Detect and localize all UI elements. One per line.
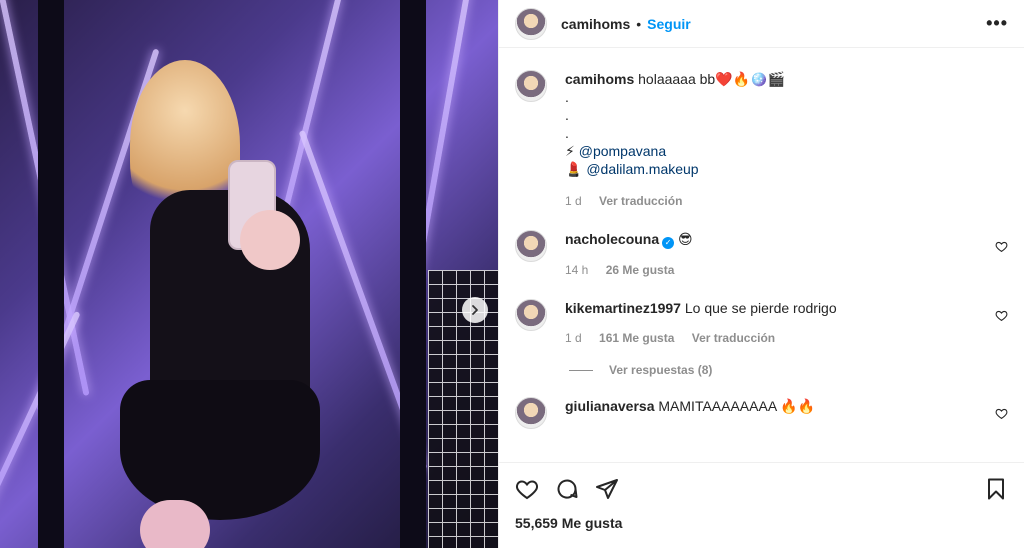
replies-divider xyxy=(569,369,593,371)
heart-icon[interactable] xyxy=(995,309,1008,322)
heart-icon[interactable] xyxy=(515,477,539,501)
follow-button[interactable]: Seguir xyxy=(647,16,691,32)
chevron-right-icon xyxy=(472,305,478,315)
caption-meta: 1 d Ver traducción xyxy=(565,192,785,210)
mirror-pillar xyxy=(38,0,64,548)
translate-link[interactable]: Ver traducción xyxy=(692,331,775,345)
likes-total[interactable]: 55,659 Me gusta xyxy=(515,515,1008,531)
caption-text: camihoms holaaaaa bb❤️🔥🪩🎬 . . . ⚡ @pompa… xyxy=(565,70,785,210)
avatar[interactable] xyxy=(515,7,547,40)
avatar[interactable] xyxy=(515,230,547,262)
verified-badge-icon: ✓ xyxy=(662,237,675,249)
avatar[interactable] xyxy=(515,397,547,429)
bookmark-icon[interactable] xyxy=(984,477,1008,501)
likes-count[interactable]: 161 Me gusta xyxy=(599,331,674,345)
timestamp[interactable]: 1 d xyxy=(565,331,582,345)
heart-icon[interactable] xyxy=(995,240,1008,253)
more-options-button[interactable]: ••• xyxy=(986,13,1008,34)
timestamp[interactable]: 14 h xyxy=(565,263,588,277)
header-username[interactable]: camihoms xyxy=(561,16,630,32)
next-image-button[interactable] xyxy=(462,297,488,323)
caption-dot: . xyxy=(565,125,569,141)
instagram-post: camihoms • Seguir ••• camihoms holaaaaa … xyxy=(0,0,1024,548)
comment-text: 😎 xyxy=(678,231,693,247)
lightning-emoji: ⚡ xyxy=(565,143,575,159)
mention-link[interactable]: @dalilam.makeup xyxy=(586,161,698,177)
comment-username[interactable]: giulianaversa xyxy=(565,398,655,414)
timestamp[interactable]: 1 d xyxy=(565,194,582,208)
caption-dot: . xyxy=(565,89,569,105)
post-image[interactable] xyxy=(0,0,498,548)
credit-line: ⚡ @pompavana xyxy=(565,142,785,160)
caption-body: holaaaaa bb❤️🔥🪩🎬 xyxy=(638,71,785,87)
comment-meta: 14 h 26 Me gusta xyxy=(565,261,693,279)
view-replies-button[interactable]: Ver respuestas (8) xyxy=(569,363,1008,377)
caption-username[interactable]: camihoms xyxy=(565,71,634,87)
comments-list: camihoms holaaaaa bb❤️🔥🪩🎬 . . . ⚡ @pompa… xyxy=(499,48,1024,462)
comment-username[interactable]: kikemartinez1997 xyxy=(565,300,681,316)
lipstick-emoji: 💄 xyxy=(565,161,583,177)
comment-item: nacholecouna ✓ 😎 14 h 26 Me gusta xyxy=(515,230,1008,279)
comment-meta: 1 d 161 Me gusta Ver traducción xyxy=(565,329,837,347)
post-header: camihoms • Seguir ••• xyxy=(499,0,1024,48)
translate-link[interactable]: Ver traducción xyxy=(599,194,682,208)
comment-icon[interactable] xyxy=(555,477,579,501)
comment-item: kikemartinez1997 Lo que se pierde rodrig… xyxy=(515,299,1008,347)
action-bar: 55,659 Me gusta xyxy=(499,462,1024,548)
comment-text: Lo que se pierde rodrigo xyxy=(684,300,837,316)
hand xyxy=(240,210,300,270)
comment-username[interactable]: nacholecouna xyxy=(565,231,659,247)
caption: camihoms holaaaaa bb❤️🔥🪩🎬 . . . ⚡ @pompa… xyxy=(515,70,1008,210)
comment-text: MAMITAAAAAAAA 🔥🔥 xyxy=(658,398,816,414)
likes-count[interactable]: 26 Me gusta xyxy=(606,263,675,277)
mention-link[interactable]: @pompavana xyxy=(579,143,666,159)
figure-leg xyxy=(140,500,210,548)
figure-skirt xyxy=(120,380,320,520)
post-sidebar: camihoms • Seguir ••• camihoms holaaaaa … xyxy=(498,0,1024,548)
share-icon[interactable] xyxy=(595,477,619,501)
separator-dot: • xyxy=(636,15,642,32)
comment-item: giulianaversa MAMITAAAAAAAA 🔥🔥 xyxy=(515,397,1008,429)
avatar[interactable] xyxy=(515,70,547,102)
heart-icon[interactable] xyxy=(995,407,1008,420)
mirror-pillar xyxy=(400,0,426,548)
avatar[interactable] xyxy=(515,299,547,331)
credit-line: 💄 @dalilam.makeup xyxy=(565,160,785,178)
caption-dot: . xyxy=(565,107,569,123)
replies-label[interactable]: Ver respuestas (8) xyxy=(609,363,712,377)
